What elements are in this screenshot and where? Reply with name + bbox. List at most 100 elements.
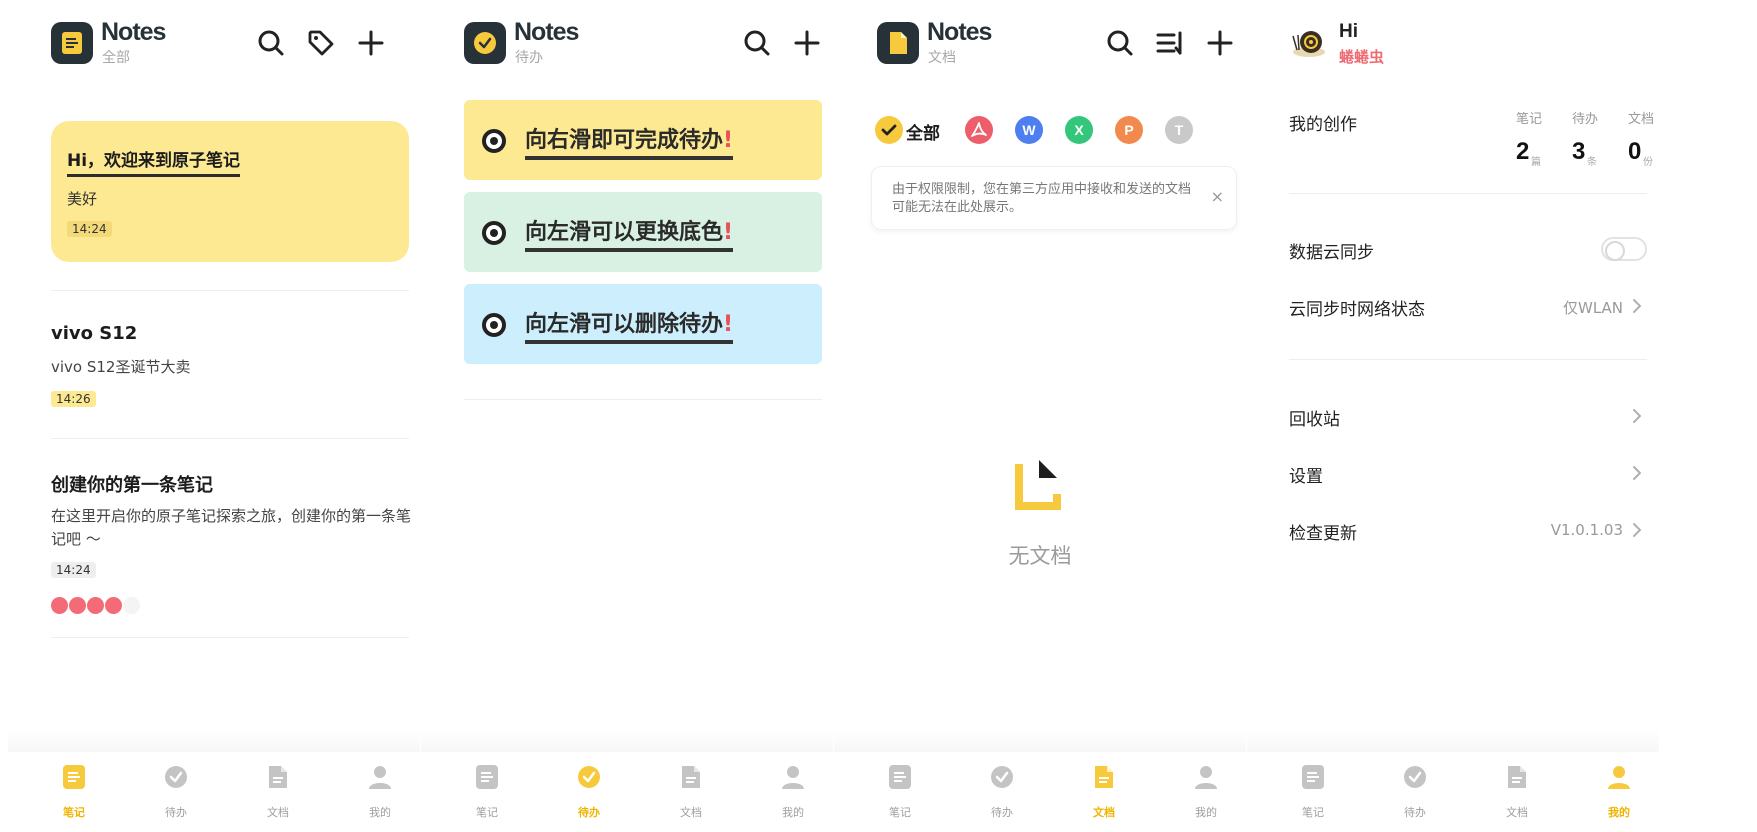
note-icon: [476, 765, 498, 789]
add-todo-button[interactable]: [791, 27, 823, 59]
todo-item[interactable]: 向左滑可以删除待办!: [464, 284, 822, 364]
todo-checkbox[interactable]: [482, 221, 506, 245]
notice-text: 由于权限限制，您在第三方应用中接收和发送的文档可能无法在此处展示。: [892, 182, 1192, 215]
search-button[interactable]: [255, 27, 287, 59]
tab-todo[interactable]: 待办: [564, 764, 614, 824]
pdf-icon: [971, 122, 987, 137]
app-title: Notes: [101, 18, 166, 46]
add-note-button[interactable]: [355, 27, 387, 59]
sort-button[interactable]: [1154, 27, 1186, 59]
tab-mine[interactable]: 我的: [1594, 764, 1644, 824]
tab-todo[interactable]: 待办: [977, 764, 1027, 824]
tab-mine[interactable]: 我的: [768, 764, 818, 824]
divider: [51, 290, 409, 291]
todo-text: 向右滑即可完成待办!: [525, 122, 734, 160]
filter-excel[interactable]: X: [1065, 116, 1093, 144]
filter-all-label[interactable]: 全部: [906, 119, 940, 144]
app-title: Notes: [927, 18, 992, 46]
tab-label: 文档: [267, 806, 289, 819]
check-icon: [165, 766, 187, 788]
tabbar-shadow: [1247, 730, 1659, 752]
filter-text[interactable]: T: [1165, 116, 1193, 144]
note-body: vivo S12圣诞节大卖: [51, 358, 191, 376]
divider: [464, 399, 822, 400]
close-notice-button[interactable]: ×: [1211, 187, 1224, 206]
divider: [1289, 359, 1647, 360]
todo-checkbox[interactable]: [482, 129, 506, 153]
person-icon: [782, 766, 804, 789]
filter-ppt[interactable]: P: [1115, 116, 1143, 144]
tab-label: 待办: [991, 806, 1013, 819]
tabbar-shadow: [834, 730, 1246, 752]
tab-mine[interactable]: 我的: [1181, 764, 1231, 824]
stat-label: 笔记: [1516, 112, 1543, 127]
stat-label: 待办: [1572, 112, 1599, 127]
stat-unit: 份: [1643, 157, 1653, 168]
stat-value: 2: [1516, 138, 1530, 165]
avatar[interactable]: [1289, 22, 1329, 62]
stat-value: 3: [1572, 138, 1586, 165]
search-icon: [744, 30, 770, 56]
trash-label: 回收站: [1289, 410, 1340, 430]
my-creation-title: 我的创作: [1289, 115, 1357, 135]
document-icon: [682, 766, 700, 788]
filter-word[interactable]: W: [1015, 116, 1043, 144]
add-document-button[interactable]: [1204, 27, 1236, 59]
tab-label: 待办: [1404, 806, 1426, 819]
tab-todo[interactable]: 待办: [1390, 764, 1440, 824]
trash-row[interactable]: 回收站: [1289, 401, 1647, 431]
tab-docs[interactable]: 文档: [253, 764, 303, 824]
tab-notes[interactable]: 笔记: [49, 764, 99, 824]
empty-state-text: 无文档: [1008, 544, 1072, 568]
person-icon: [1608, 766, 1630, 789]
search-button[interactable]: [741, 27, 773, 59]
divider: [1289, 193, 1647, 194]
note-card[interactable]: Hi，欢迎来到原子笔记 美好 14:24: [51, 121, 409, 262]
stat-label: 文档: [1628, 112, 1655, 127]
tab-label: 笔记: [889, 806, 911, 819]
tab-label: 待办: [165, 806, 187, 819]
tab-label: 文档: [1506, 806, 1528, 819]
todo-text: 向左滑可以更换底色!: [525, 214, 734, 252]
tab-label: 笔记: [63, 806, 85, 819]
todo-checkbox[interactable]: [482, 313, 506, 337]
tab-label: 笔记: [476, 806, 498, 819]
app-title: Notes: [514, 18, 579, 46]
tab-notes[interactable]: 笔记: [1288, 764, 1338, 824]
todo-item[interactable]: 向左滑可以更换底色!: [464, 192, 822, 272]
tab-bar: 笔记 待办 文档 我的: [8, 752, 420, 832]
tab-notes[interactable]: 笔记: [462, 764, 512, 824]
todo-item[interactable]: 向右滑即可完成待办!: [464, 100, 822, 180]
network-status-value: 仅WLAN: [1562, 299, 1623, 317]
tab-label: 我的: [782, 806, 804, 819]
tab-docs[interactable]: 文档: [1492, 764, 1542, 824]
tab-label: 笔记: [1302, 806, 1324, 819]
chevron-right-icon: [1633, 466, 1641, 480]
note-time: 14:24: [67, 221, 112, 237]
screen-subtitle: 文档: [928, 50, 956, 66]
tab-bar: 笔记 待办 文档 我的: [834, 752, 1246, 832]
notes-screen: Notes 全部 Hi，欢迎来到原子笔记 美好 14:24 vivo S12 v…: [8, 0, 420, 832]
tab-todo[interactable]: 待办: [151, 764, 201, 824]
docs-screen: Notes 文档 全部 W X P T 由于权限限制，您在第三方应用中接收和发送…: [834, 0, 1246, 832]
note-title: vivo S12: [51, 323, 138, 344]
check-icon: [1404, 766, 1426, 788]
todo-text: 向左滑可以删除待办!: [525, 306, 734, 344]
tab-notes[interactable]: 笔记: [875, 764, 925, 824]
check-update-row[interactable]: 检查更新 V1.0.1.03: [1289, 515, 1647, 545]
tabbar-shadow: [8, 730, 420, 752]
settings-row[interactable]: 设置: [1289, 458, 1647, 488]
network-status-row[interactable]: 云同步时网络状态 仅WLAN: [1289, 291, 1647, 321]
tab-mine[interactable]: 我的: [355, 764, 405, 824]
screen-subtitle: 全部: [102, 50, 130, 66]
tab-docs[interactable]: 文档: [1079, 764, 1129, 824]
tag-button[interactable]: [305, 27, 337, 59]
cloud-sync-toggle[interactable]: [1601, 237, 1647, 261]
filter-pdf[interactable]: [965, 116, 993, 144]
check-update-label: 检查更新: [1289, 524, 1357, 544]
settings-label: 设置: [1289, 467, 1323, 487]
filter-all[interactable]: [875, 116, 903, 144]
tab-docs[interactable]: 文档: [666, 764, 716, 824]
search-button[interactable]: [1104, 27, 1136, 59]
cloud-sync-row: 数据云同步: [1289, 234, 1647, 264]
